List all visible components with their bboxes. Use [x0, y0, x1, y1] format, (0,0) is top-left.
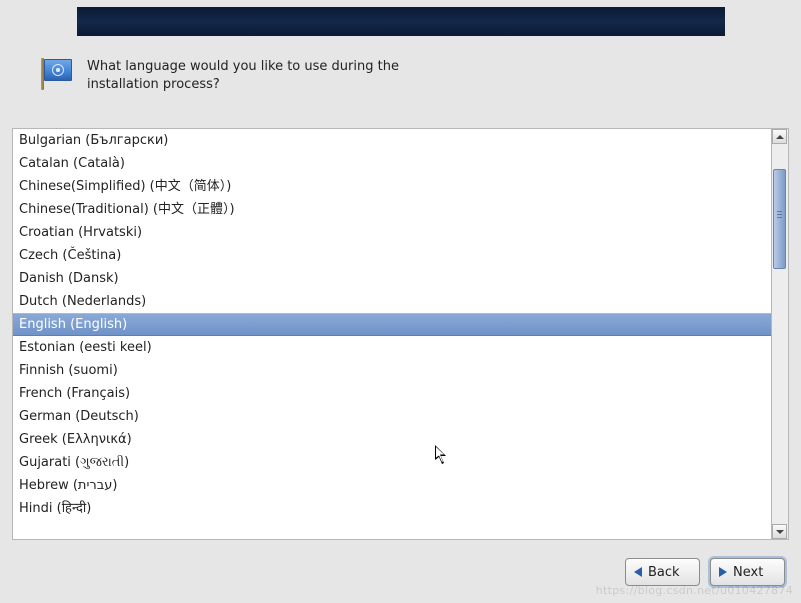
scroll-up-button[interactable]	[772, 129, 787, 144]
language-option[interactable]: German (Deutsch)	[13, 405, 771, 428]
language-option[interactable]: Dutch (Nederlands)	[13, 290, 771, 313]
watermark: https://blog.csdn.net/u010427874	[596, 584, 793, 597]
header-banner	[77, 7, 725, 36]
prompt-text: What language would you like to use duri…	[87, 58, 407, 93]
back-button[interactable]: Back	[625, 558, 700, 586]
language-option[interactable]: French (Français)	[13, 382, 771, 405]
language-option[interactable]: Hebrew (עברית)	[13, 474, 771, 497]
language-option[interactable]: Gujarati (ગુજરાતી)	[13, 451, 771, 474]
back-button-label: Back	[648, 565, 680, 580]
language-list-container: Bulgarian (Български)Catalan (Català)Chi…	[12, 128, 789, 540]
un-flag-icon	[39, 58, 75, 90]
language-option[interactable]: Chinese(Traditional) (中文（正體）)	[13, 198, 771, 221]
prompt-row: What language would you like to use duri…	[39, 58, 407, 93]
language-option[interactable]: English (English)	[13, 313, 771, 336]
language-option[interactable]: Catalan (Català)	[13, 152, 771, 175]
scrollbar[interactable]	[772, 128, 789, 540]
language-option[interactable]: Chinese(Simplified) (中文（简体）)	[13, 175, 771, 198]
language-option[interactable]: Hindi (हिन्दी)	[13, 497, 771, 520]
arrow-left-icon	[634, 567, 642, 577]
language-option[interactable]: Bulgarian (Български)	[13, 129, 771, 152]
scroll-thumb[interactable]	[773, 169, 786, 269]
arrow-right-icon	[719, 567, 727, 577]
scroll-down-button[interactable]	[772, 524, 787, 539]
button-row: Back Next	[625, 558, 785, 586]
language-option[interactable]: Finnish (suomi)	[13, 359, 771, 382]
next-button[interactable]: Next	[710, 558, 785, 586]
language-option[interactable]: Croatian (Hrvatski)	[13, 221, 771, 244]
language-option[interactable]: Danish (Dansk)	[13, 267, 771, 290]
language-option[interactable]: Greek (Ελληνικά)	[13, 428, 771, 451]
language-option[interactable]: Estonian (eesti keel)	[13, 336, 771, 359]
language-list[interactable]: Bulgarian (Български)Catalan (Català)Chi…	[12, 128, 772, 540]
language-option[interactable]: Czech (Čeština)	[13, 244, 771, 267]
next-button-label: Next	[733, 565, 763, 580]
